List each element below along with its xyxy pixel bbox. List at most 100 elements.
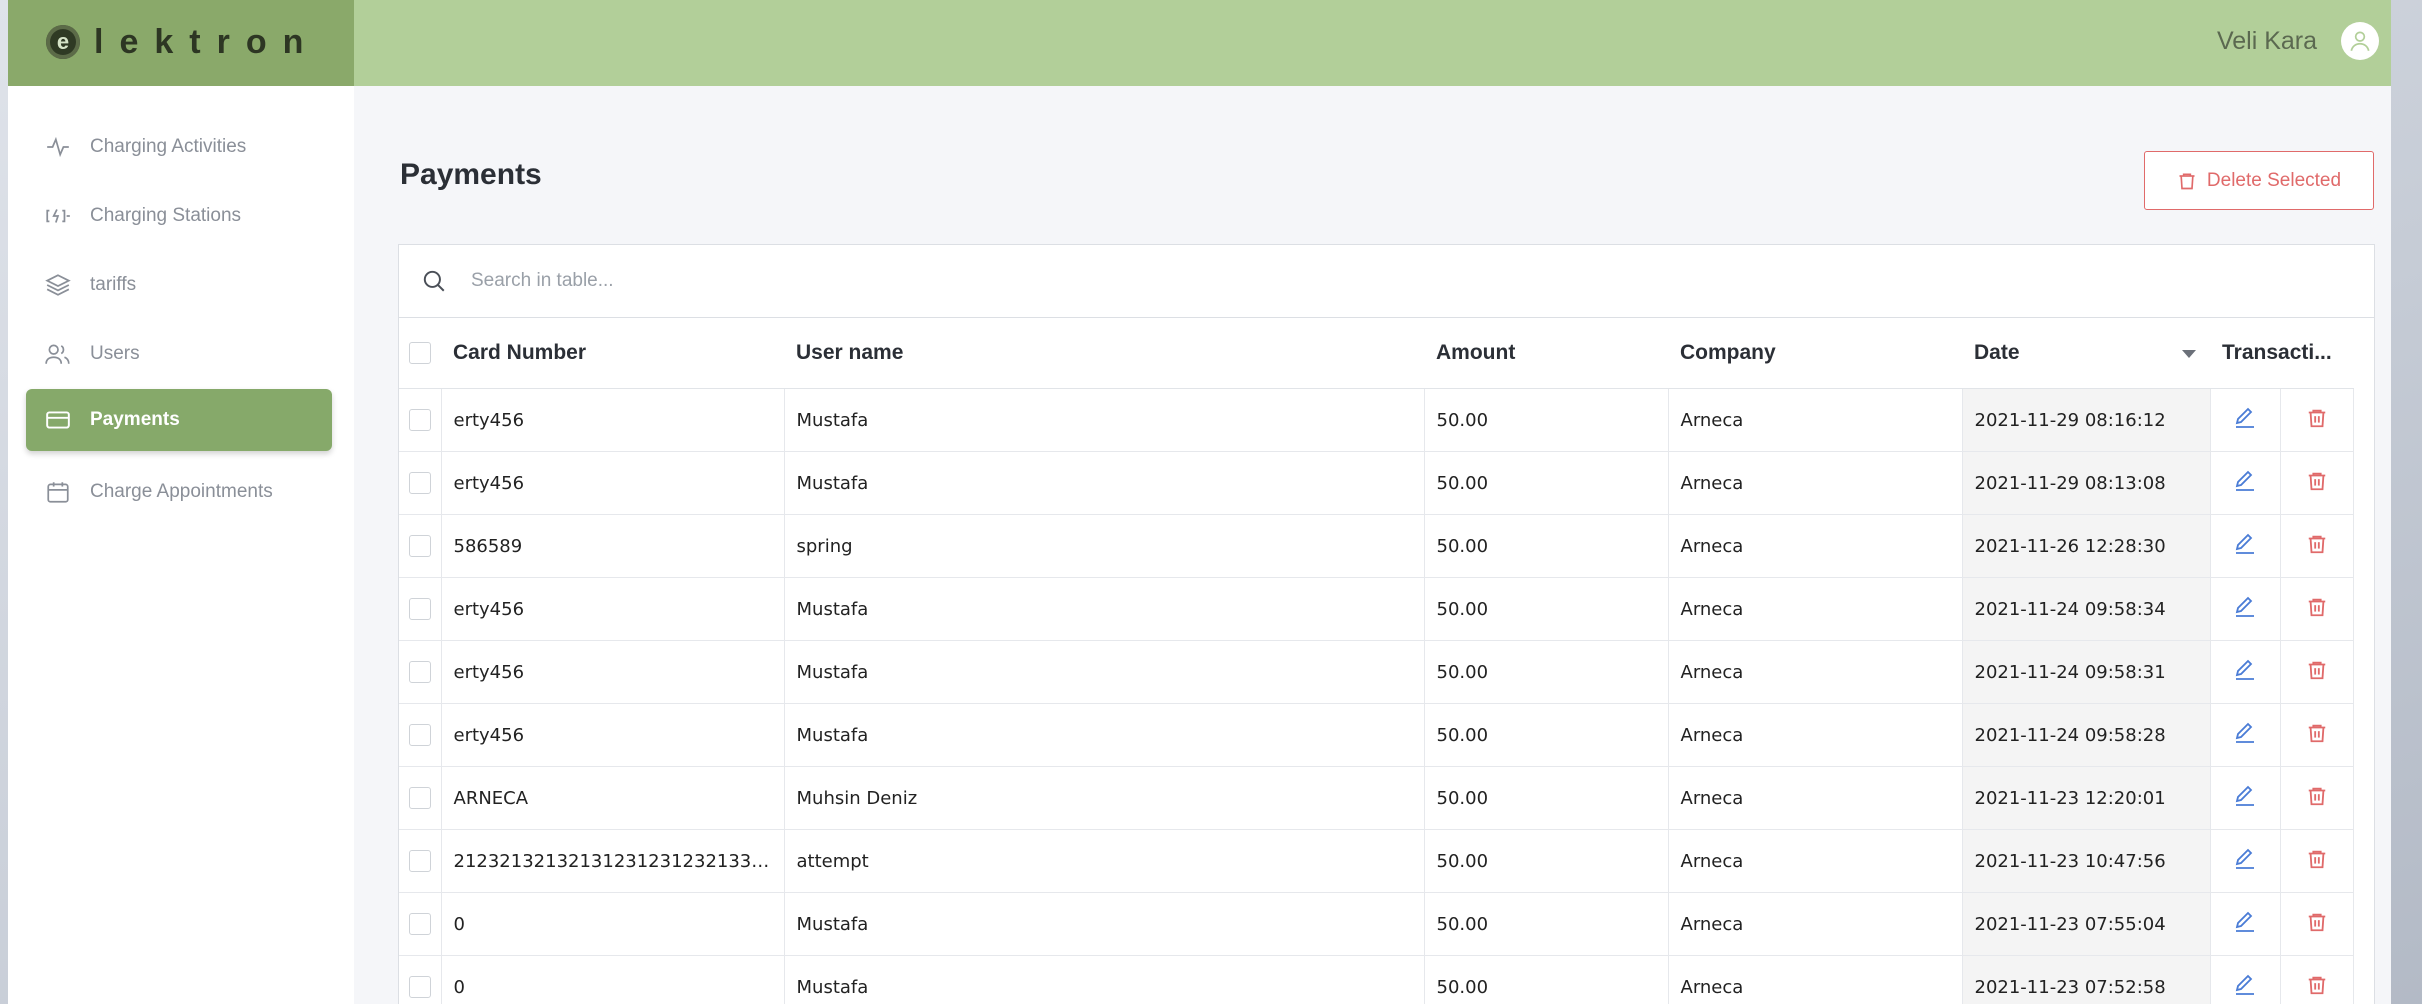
table-row[interactable]: 0 Mustafa 50.00 Arneca 2021-11-23 07:52:58 — [399, 955, 2354, 1004]
cell-amount: 50.00 — [1424, 640, 1669, 704]
select-all-checkbox[interactable] — [409, 342, 431, 365]
edit-icon[interactable] — [2233, 533, 2257, 561]
cell-user-name: Mustafa — [784, 577, 1425, 641]
activity-icon — [26, 134, 90, 160]
row-checkbox-cell — [399, 955, 442, 1004]
column-header-date: Date — [1974, 341, 2020, 364]
table-row[interactable]: 0 Mustafa 50.00 Arneca 2021-11-23 07:55:04 — [399, 892, 2354, 956]
sidebar-item-users[interactable]: Users — [26, 323, 332, 385]
cell-user-name: Muhsin Deniz — [784, 766, 1425, 830]
edit-action-cell — [2210, 451, 2281, 515]
edit-action-cell — [2210, 766, 2281, 830]
row-checkbox[interactable] — [408, 724, 431, 746]
cell-card-number: 586589 — [441, 514, 785, 578]
cell-company: Arneca — [1668, 766, 1963, 830]
cell-card-number: 21232132132131231231232133… — [441, 829, 785, 893]
delete-action-cell — [2280, 766, 2354, 830]
cell-company: Arneca — [1668, 640, 1963, 704]
delete-action-cell — [2280, 388, 2354, 452]
cell-card-number: erty456 — [441, 451, 785, 515]
edit-icon[interactable] — [2233, 974, 2257, 1002]
sidebar: Charging Activities Charging Stations ta… — [8, 86, 354, 1004]
cell-date: 2021-11-23 12:20:01 — [1962, 766, 2211, 830]
brand-logo[interactable]: e lektron — [46, 18, 319, 66]
trash-icon[interactable] — [2306, 598, 2328, 624]
user-name: Veli Kara — [2216, 26, 2317, 55]
cell-date: 2021-11-23 10:47:56 — [1962, 829, 2211, 893]
delete-action-cell — [2280, 955, 2354, 1004]
table-row[interactable]: erty456 Mustafa 50.00 Arneca 2021-11-29 08:1… — [399, 451, 2354, 515]
table-row[interactable]: ARNECA Muhsin Deniz 50.00 Arneca 2021-11-23 … — [399, 766, 2354, 830]
delete-action-cell — [2280, 514, 2354, 578]
table-row[interactable]: erty456 Mustafa 50.00 Arneca 2021-11-24 09:5… — [399, 577, 2354, 641]
cell-amount: 50.00 — [1424, 892, 1669, 956]
edit-icon[interactable] — [2233, 470, 2257, 498]
trash-icon[interactable] — [2306, 913, 2328, 939]
cell-amount: 50.00 — [1424, 514, 1669, 578]
cell-user-name: Mustafa — [784, 451, 1425, 515]
delete-selected-button[interactable]: Delete Selected — [2144, 151, 2374, 210]
column-header-amount[interactable]: Amount — [1424, 318, 1668, 389]
table-row[interactable]: erty456 Mustafa 50.00 Arneca 2021-11-29 08:1… — [399, 388, 2354, 452]
trash-icon[interactable] — [2306, 787, 2328, 813]
row-checkbox[interactable] — [408, 472, 431, 494]
cell-company: Arneca — [1668, 892, 1963, 956]
row-checkbox[interactable] — [408, 850, 431, 872]
sidebar-item-charging-activities[interactable]: Charging Activities — [26, 116, 332, 178]
card-icon — [26, 407, 90, 433]
row-checkbox[interactable] — [408, 976, 431, 998]
payments-table-container: Card Number User name Amount Company Dat… — [398, 318, 2375, 1004]
sidebar-item-tariffs[interactable]: tariffs — [26, 254, 332, 316]
user-avatar-icon[interactable] — [2341, 22, 2379, 60]
trash-icon[interactable] — [2306, 472, 2328, 498]
column-header-user-name[interactable]: User name — [784, 318, 1424, 389]
sidebar-item-charge-appointments[interactable]: Charge Appointments — [26, 461, 332, 523]
table-row[interactable]: erty456 Mustafa 50.00 Arneca 2021-11-24 09:5… — [399, 640, 2354, 704]
search-input[interactable] — [469, 269, 2273, 293]
edit-icon[interactable] — [2233, 848, 2257, 876]
cell-date: 2021-11-23 07:52:58 — [1962, 955, 2211, 1004]
edit-icon[interactable] — [2233, 659, 2257, 687]
cell-company: Arneca — [1668, 829, 1963, 893]
sidebar-item-payments[interactable]: Payments — [26, 389, 332, 451]
column-header-company[interactable]: Company — [1668, 318, 1962, 389]
row-checkbox[interactable] — [408, 787, 431, 809]
trash-icon[interactable] — [2306, 976, 2328, 1002]
page-title: Payments — [400, 158, 542, 191]
cell-user-name: Mustafa — [784, 703, 1425, 767]
column-header-date-cell[interactable]: Date — [1962, 318, 2210, 389]
row-checkbox-cell — [399, 892, 442, 956]
row-checkbox[interactable] — [408, 598, 431, 620]
row-checkbox-cell — [399, 451, 442, 515]
layers-icon — [26, 272, 90, 298]
user-menu[interactable]: Veli Kara — [2217, 22, 2379, 60]
delete-action-cell — [2280, 892, 2354, 956]
trash-icon[interactable] — [2306, 850, 2328, 876]
table-row[interactable]: erty456 Mustafa 50.00 Arneca 2021-11-24 09:5… — [399, 703, 2354, 767]
column-header-transactions: Transacti... — [2210, 318, 2353, 389]
edit-icon[interactable] — [2233, 407, 2257, 435]
table-row[interactable]: 21232132132131231231232133… attempt 50.00 A… — [399, 829, 2354, 893]
edit-icon[interactable] — [2233, 722, 2257, 750]
trash-icon[interactable] — [2306, 661, 2328, 687]
sidebar-item-label: Users — [90, 343, 140, 364]
edit-icon[interactable] — [2233, 785, 2257, 813]
sidebar-item-charging-stations[interactable]: Charging Stations — [26, 185, 332, 247]
row-checkbox[interactable] — [408, 661, 431, 683]
trash-icon[interactable] — [2306, 724, 2328, 750]
edit-icon[interactable] — [2233, 911, 2257, 939]
sort-desc-icon[interactable] — [2182, 350, 2196, 358]
search-icon — [399, 268, 469, 294]
row-checkbox[interactable] — [408, 913, 431, 935]
row-checkbox[interactable] — [408, 409, 431, 431]
table-row[interactable]: 586589 spring 50.00 Arneca 2021-11-26 12:28:… — [399, 514, 2354, 578]
cell-date: 2021-11-24 09:58:28 — [1962, 703, 2211, 767]
payments-table: Card Number User name Amount Company Dat… — [399, 318, 2354, 1004]
column-header-card-number[interactable]: Card Number — [441, 318, 784, 389]
trash-icon[interactable] — [2306, 409, 2328, 435]
trash-icon[interactable] — [2306, 535, 2328, 561]
edit-icon[interactable] — [2233, 596, 2257, 624]
row-checkbox[interactable] — [408, 535, 431, 557]
row-checkbox-cell — [399, 577, 442, 641]
cell-date: 2021-11-24 09:58:34 — [1962, 577, 2211, 641]
